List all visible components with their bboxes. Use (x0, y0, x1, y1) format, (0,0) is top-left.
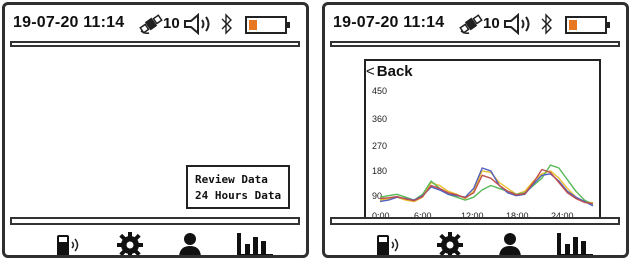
satellite-icon (138, 13, 164, 40)
bluetooth-icon[interactable] (220, 13, 234, 40)
status-bar: 19-07-20 11:14 10 (13, 12, 303, 40)
datetime-label: 19-07-20 11:14 (333, 14, 445, 31)
chart-panel: < Back 450 360 270 180 90 0:00 6:00 12:00 18:00 24… (364, 59, 601, 224)
bluetooth-icon[interactable] (540, 13, 554, 40)
settings-gear-icon[interactable] (115, 231, 145, 255)
chart-bars-icon[interactable] (555, 231, 595, 255)
line-chart: 450360270180900:00 6:00 12:00 18:00 24:00 (372, 86, 594, 221)
y-tick-label: 450 (372, 86, 387, 96)
settings-gear-icon[interactable] (435, 231, 465, 255)
satellite-count: 10 (483, 15, 500, 32)
menu-item-review-data[interactable]: Review Data (195, 172, 288, 188)
progress-bar-top (330, 41, 620, 47)
y-tick-label: 360 (372, 114, 387, 124)
y-tick-label: 180 (372, 166, 387, 176)
status-bar: 19-07-20 11:14 10 (333, 12, 623, 40)
battery-icon (565, 16, 611, 39)
device-screen-main: 19-07-20 11:14 10 Review Data 24 Hours D… (2, 2, 309, 258)
speaker-icon[interactable] (503, 12, 537, 40)
progress-bar-top (10, 41, 300, 47)
series-line-4 (379, 168, 594, 205)
chart-bars-icon[interactable] (235, 231, 275, 255)
bottom-nav (5, 231, 306, 255)
device-icon[interactable] (375, 231, 405, 255)
user-icon[interactable] (175, 231, 205, 255)
menu-item-24-hours-data[interactable]: 24 Hours Data (195, 188, 288, 204)
datetime-label: 19-07-20 11:14 (13, 14, 125, 31)
speaker-icon[interactable] (183, 12, 217, 40)
user-icon[interactable] (495, 231, 525, 255)
satellite-icon (458, 13, 484, 40)
progress-bar-bottom (330, 217, 620, 225)
progress-bar-bottom (10, 217, 300, 225)
device-screen-chart: 19-07-20 11:14 10 < Back 450 360 270 180… (322, 2, 629, 258)
data-menu: Review Data 24 Hours Data (186, 165, 290, 209)
device-icon[interactable] (55, 231, 85, 255)
y-tick-label: 270 (372, 141, 387, 151)
battery-icon (245, 16, 291, 39)
satellite-count: 10 (163, 15, 180, 32)
bottom-nav (325, 231, 626, 255)
